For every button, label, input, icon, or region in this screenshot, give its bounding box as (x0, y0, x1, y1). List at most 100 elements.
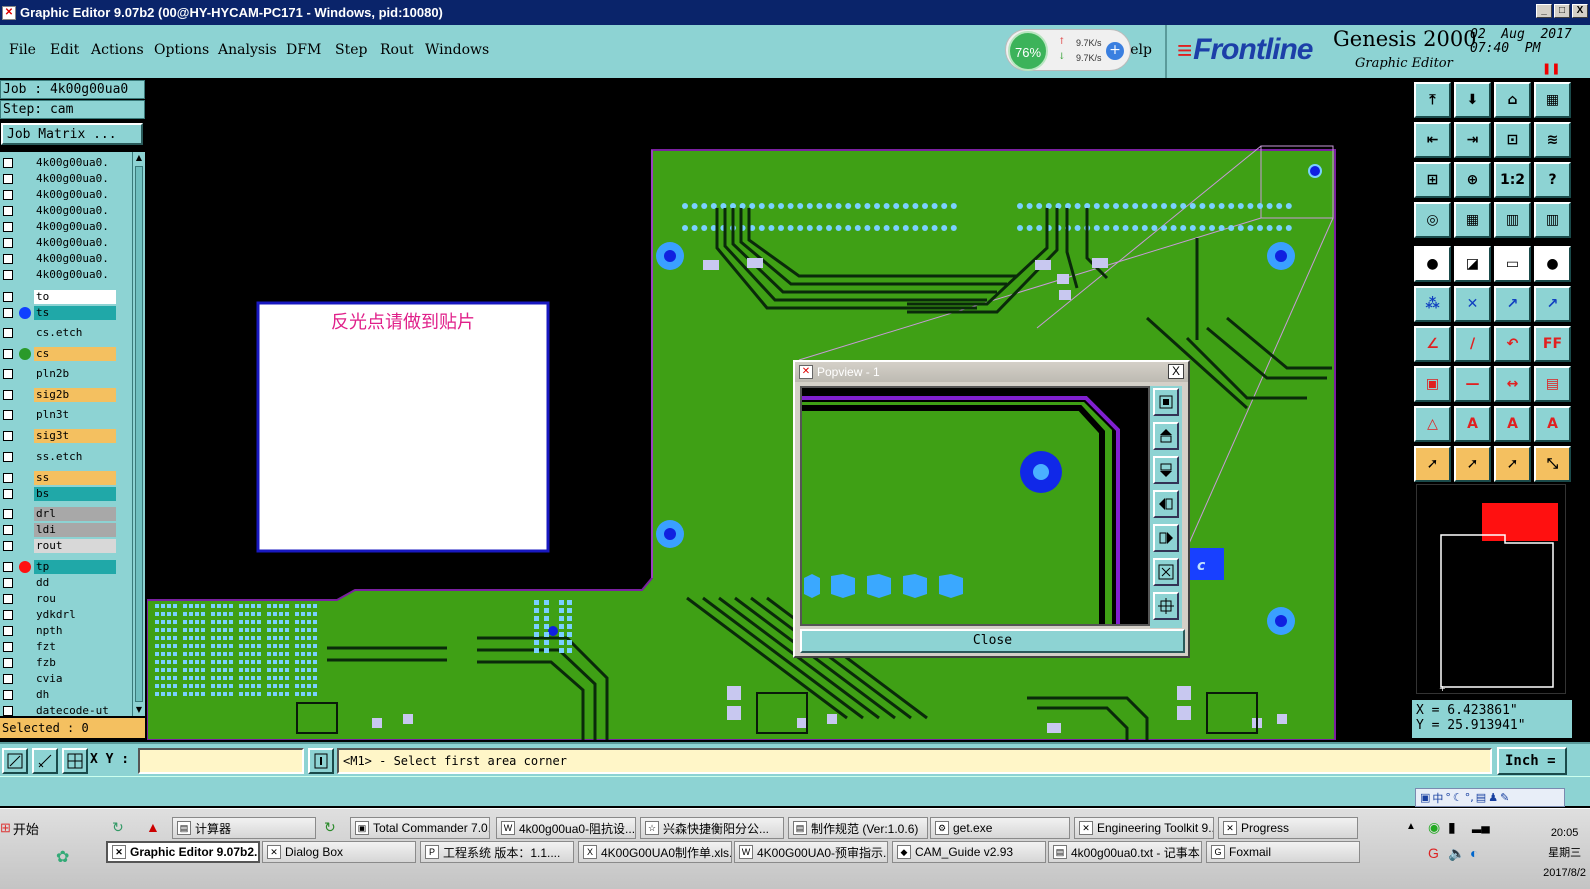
layer-row[interactable]: tp (0, 560, 118, 574)
layer-row[interactable]: rou (0, 592, 118, 606)
task-graphic-editor[interactable]: ✕ Graphic Editor 9.07b2... (106, 841, 260, 863)
layer-row[interactable]: 4k00g00ua0. (0, 188, 118, 202)
layer-checkbox[interactable] (3, 578, 13, 588)
tray-antivirus-icon[interactable]: ◐ (1470, 845, 1478, 861)
layer-checkbox[interactable] (3, 690, 13, 700)
layer-name[interactable]: dd (34, 576, 116, 590)
zoom-window-icon[interactable]: ⊡ (1494, 122, 1531, 158)
layer-checkbox[interactable] (3, 349, 13, 359)
layer-checkbox[interactable] (3, 509, 13, 519)
layer-row[interactable]: 4k00g00ua0. (0, 252, 118, 266)
fit-icon[interactable]: ⊞ (1414, 162, 1451, 198)
task-progress[interactable]: ✕ Progress (1218, 817, 1358, 839)
pan-right-icon[interactable]: ⇥ (1454, 122, 1491, 158)
tray-sync-icon[interactable]: ◉ (1428, 819, 1440, 836)
quicklaunch-refresh-icon[interactable]: ↻ (324, 819, 336, 836)
layer-row[interactable]: ss.etch (0, 450, 118, 464)
task-calculator[interactable]: ▤ 计算器 (172, 817, 316, 839)
layer-row[interactable]: pln2b (0, 367, 118, 381)
task-dialog-box[interactable]: ✕ Dialog Box (262, 841, 416, 863)
layer-name[interactable]: sig3t (34, 429, 116, 443)
maximize-button[interactable]: □ (1554, 4, 1570, 18)
rotate-icon[interactable]: ◪ (1454, 246, 1491, 282)
help-icon[interactable]: ? (1534, 162, 1571, 198)
tray-battery-icon[interactable]: ▮ (1448, 819, 1456, 836)
layer-name[interactable]: 4k00g00ua0. (34, 204, 116, 218)
layer-row[interactable]: ldi (0, 523, 118, 537)
popview-pan-up-icon[interactable] (1153, 422, 1179, 450)
network-meter[interactable]: 76% ↑ 9.7K/s ↓ 9.7K/s + (1005, 29, 1131, 71)
scroll-thumb[interactable] (135, 166, 143, 702)
pointer-move-icon[interactable]: ➚ (1494, 446, 1531, 482)
layer-name[interactable]: dh (34, 688, 116, 702)
menu-edit[interactable]: Edit (50, 42, 79, 58)
menu-rout[interactable]: Rout (380, 42, 414, 58)
layer-row[interactable]: ydkdrl (0, 608, 118, 622)
layer-name[interactable]: ts (34, 306, 116, 320)
grid-view-icon[interactable]: ▦ (1534, 82, 1571, 118)
scroll-down-icon[interactable]: ▼ (133, 704, 145, 716)
layer-checkbox[interactable] (3, 410, 13, 420)
popview-close-icon[interactable]: X (1168, 364, 1184, 379)
layer-name[interactable]: ldi (34, 523, 116, 537)
layer-row[interactable]: bs (0, 487, 118, 501)
layer-checkbox[interactable] (3, 489, 13, 499)
layer-checkbox[interactable] (3, 222, 13, 232)
layer-row[interactable]: dh (0, 688, 118, 702)
grid-icon[interactable] (62, 748, 88, 774)
layer-checkbox[interactable] (3, 610, 13, 620)
layer-name[interactable]: rou (34, 592, 116, 606)
font-icon[interactable]: FF (1534, 326, 1571, 362)
tray-g-icon[interactable]: G (1428, 845, 1439, 861)
layer-name[interactable]: 4k00g00ua0. (34, 172, 116, 186)
layer-checkbox[interactable] (3, 562, 13, 572)
line-icon[interactable]: ∠ (1414, 326, 1451, 362)
center-icon[interactable]: ⊕ (1454, 162, 1491, 198)
start-button[interactable]: ⊞ 开始 (0, 815, 46, 841)
minimize-button[interactable]: _ (1536, 4, 1552, 18)
ruler-icon[interactable]: ▭ (1494, 246, 1531, 282)
task-foxmail[interactable]: G Foxmail (1206, 841, 1360, 863)
plus-icon[interactable]: + (1106, 42, 1124, 60)
layer-row[interactable]: 4k00g00ua0. (0, 172, 118, 186)
layer-name[interactable]: ss.etch (34, 450, 116, 464)
layer-checkbox[interactable] (3, 158, 13, 168)
text-a-green-icon[interactable]: A (1534, 406, 1571, 442)
graphic-canvas[interactable]: c 反光点请做到贴片 (147, 78, 1410, 740)
menu-actions[interactable]: Actions (91, 42, 144, 58)
slash-icon[interactable]: / (1454, 326, 1491, 362)
info-icon[interactable] (308, 748, 334, 774)
layer-row[interactable]: 4k00g00ua0. (0, 236, 118, 250)
popview-close-button[interactable]: Close (800, 629, 1185, 653)
layer-row[interactable]: sig3t (0, 429, 118, 443)
s-curve-icon[interactable]: ≋ (1534, 122, 1571, 158)
arc-icon[interactable]: ↗ (1534, 286, 1571, 322)
measure-icon[interactable] (32, 748, 58, 774)
layer-row[interactable]: ts (0, 306, 118, 320)
layer-edit-icon[interactable]: ▥ (1534, 202, 1571, 238)
task-engineering-system[interactable]: P 工程系统 版本：1.1.... (420, 841, 574, 863)
layer-name[interactable]: cs (34, 347, 116, 361)
menu-step[interactable]: Step (335, 42, 367, 58)
layer-checkbox[interactable] (3, 642, 13, 652)
layer-checkbox[interactable] (3, 190, 13, 200)
layer-checkbox[interactable] (3, 473, 13, 483)
text-a-icon[interactable]: A (1454, 406, 1491, 442)
popview-canvas[interactable] (800, 386, 1150, 626)
layer-name[interactable]: 4k00g00ua0. (34, 188, 116, 202)
layer-row[interactable]: 4k00g00ua0. (0, 156, 118, 170)
popview-zoom-out-icon[interactable] (1153, 558, 1179, 586)
layer-name[interactable]: pln2b (34, 367, 116, 381)
quicklaunch-pdf-icon[interactable]: ▲ (146, 819, 160, 835)
task-engineering-toolkit[interactable]: ✕ Engineering Toolkit 9.... (1074, 817, 1214, 839)
layer-row[interactable]: fzb (0, 656, 118, 670)
layer-row[interactable]: cs.etch (0, 326, 118, 340)
tray-expand-icon[interactable]: ▲ (1406, 821, 1416, 832)
menu-dfm[interactable]: DFM (286, 42, 321, 58)
scale-1to2-icon[interactable]: 1:2 (1494, 162, 1531, 198)
ime-keyboard-icon[interactable]: ▤ (1476, 791, 1486, 804)
job-matrix-button[interactable]: Job Matrix ... (1, 123, 143, 145)
layer-row[interactable]: ss (0, 471, 118, 485)
menu-file[interactable]: File (9, 42, 36, 58)
layer-checkbox[interactable] (3, 390, 13, 400)
